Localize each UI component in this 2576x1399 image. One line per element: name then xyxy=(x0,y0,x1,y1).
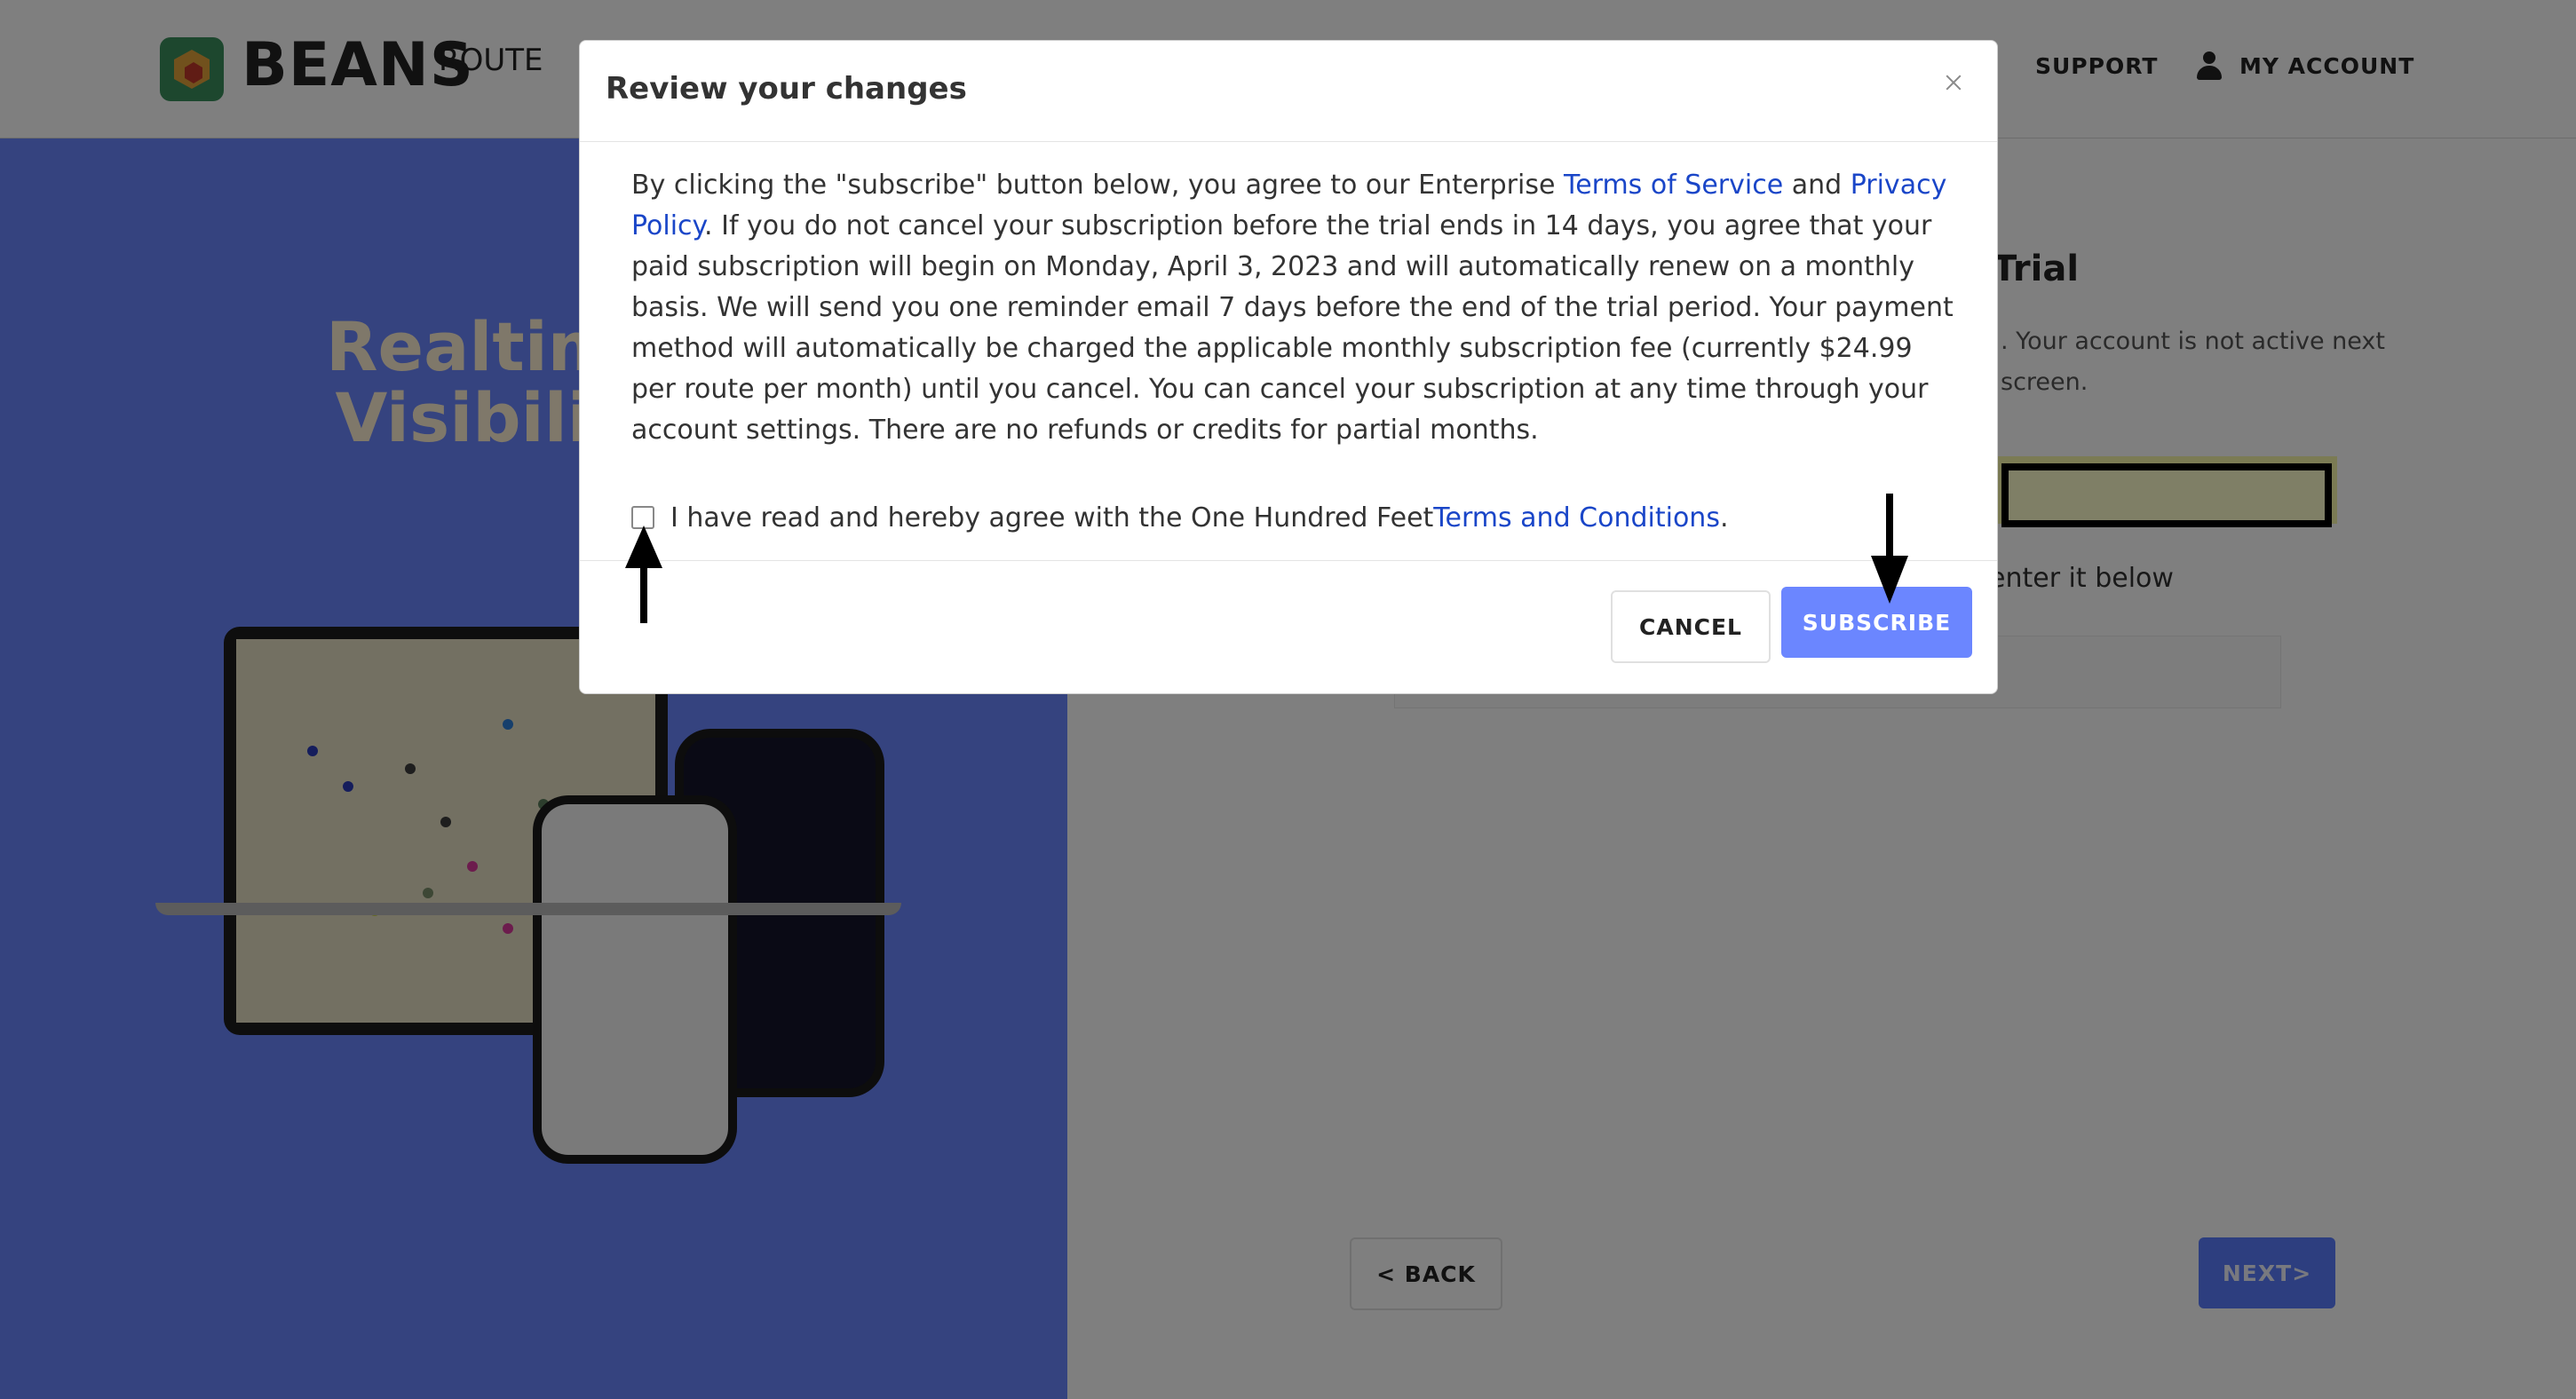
modal-header: Review your changes xyxy=(580,41,1997,142)
terms-text-part-2: . If you do not cancel your subscription… xyxy=(631,210,1954,446)
close-icon[interactable] xyxy=(1938,67,1969,98)
terms-of-service-link[interactable]: Terms of Service xyxy=(1564,170,1783,201)
cancel-button[interactable]: CANCEL xyxy=(1611,590,1771,663)
terms-text-part-1: By clicking the "subscribe" button below… xyxy=(631,170,1564,201)
modal-divider xyxy=(580,560,1997,561)
modal-title: Review your changes xyxy=(606,71,967,107)
review-changes-dialog: Review your changes By clicking the "sub… xyxy=(579,40,1998,694)
arrow-up-icon xyxy=(625,526,662,623)
agree-terms-row: I have read and hereby agree with the On… xyxy=(631,497,1963,538)
agree-terms-label: I have read and hereby agree with the On… xyxy=(670,502,1434,534)
subscription-terms-text: By clicking the "subscribe" button below… xyxy=(631,165,1963,451)
terms-and-conditions-link[interactable]: Terms and Conditions xyxy=(1433,502,1720,534)
arrow-down-icon xyxy=(1871,494,1908,604)
agree-terms-period: . xyxy=(1719,502,1729,534)
terms-text-and: and xyxy=(1783,170,1851,201)
